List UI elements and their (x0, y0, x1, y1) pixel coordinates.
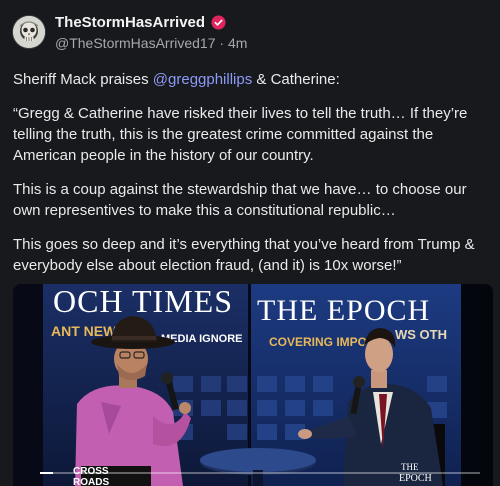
skull-avatar-icon (13, 16, 45, 48)
video-progress-fill (40, 472, 54, 474)
avatar[interactable] (13, 16, 45, 48)
mention-link[interactable]: @greggphillips (153, 71, 252, 88)
paragraph-intro: Sheriff Mack praises @greggphillips & Ca… (13, 69, 487, 90)
display-name[interactable]: TheStormHasArrived (55, 14, 205, 31)
backdrop-left-title: OCH TIMES (53, 284, 233, 319)
timestamp[interactable]: 4m (228, 35, 247, 51)
handle[interactable]: @TheStormHasArrived17 (55, 35, 216, 51)
video-player[interactable]: OCH TIMES THE EPOCH ANT NEW MEDIA IGNORE… (13, 284, 493, 486)
crossroads-logo-line2: ROADS (73, 477, 109, 486)
post: TheStormHasArrived @TheStormHasArrived17… (0, 0, 500, 486)
video-frame: OCH TIMES THE EPOCH ANT NEW MEDIA IGNORE… (13, 284, 493, 486)
intro-suffix: & Catherine: (252, 71, 340, 88)
separator: · (219, 35, 225, 51)
paragraph-quote-2: This is a coup against the stewardship t… (13, 181, 467, 219)
epoch-logo-line1: THE (401, 462, 419, 472)
verified-badge-icon (211, 15, 226, 30)
paragraph-quote-3: This goes so deep and it’s everything th… (13, 236, 475, 274)
backdrop-right-subtitle-b: WS OTH (395, 327, 447, 342)
handle-row: @TheStormHasArrived17 · 4m (55, 35, 247, 51)
video-progress-bar[interactable] (40, 472, 480, 474)
paragraph-quote-1: “Gregg & Catherine have risked their liv… (13, 105, 468, 164)
author-row: TheStormHasArrived (55, 14, 226, 31)
epoch-logo-line2: EPOCH (399, 473, 432, 484)
intro-prefix: Sheriff Mack praises (13, 71, 153, 88)
guest-figure (75, 316, 191, 486)
backdrop-right-title: THE EPOCH (257, 294, 430, 327)
post-body: Sheriff Mack praises @greggphillips & Ca… (13, 69, 487, 289)
